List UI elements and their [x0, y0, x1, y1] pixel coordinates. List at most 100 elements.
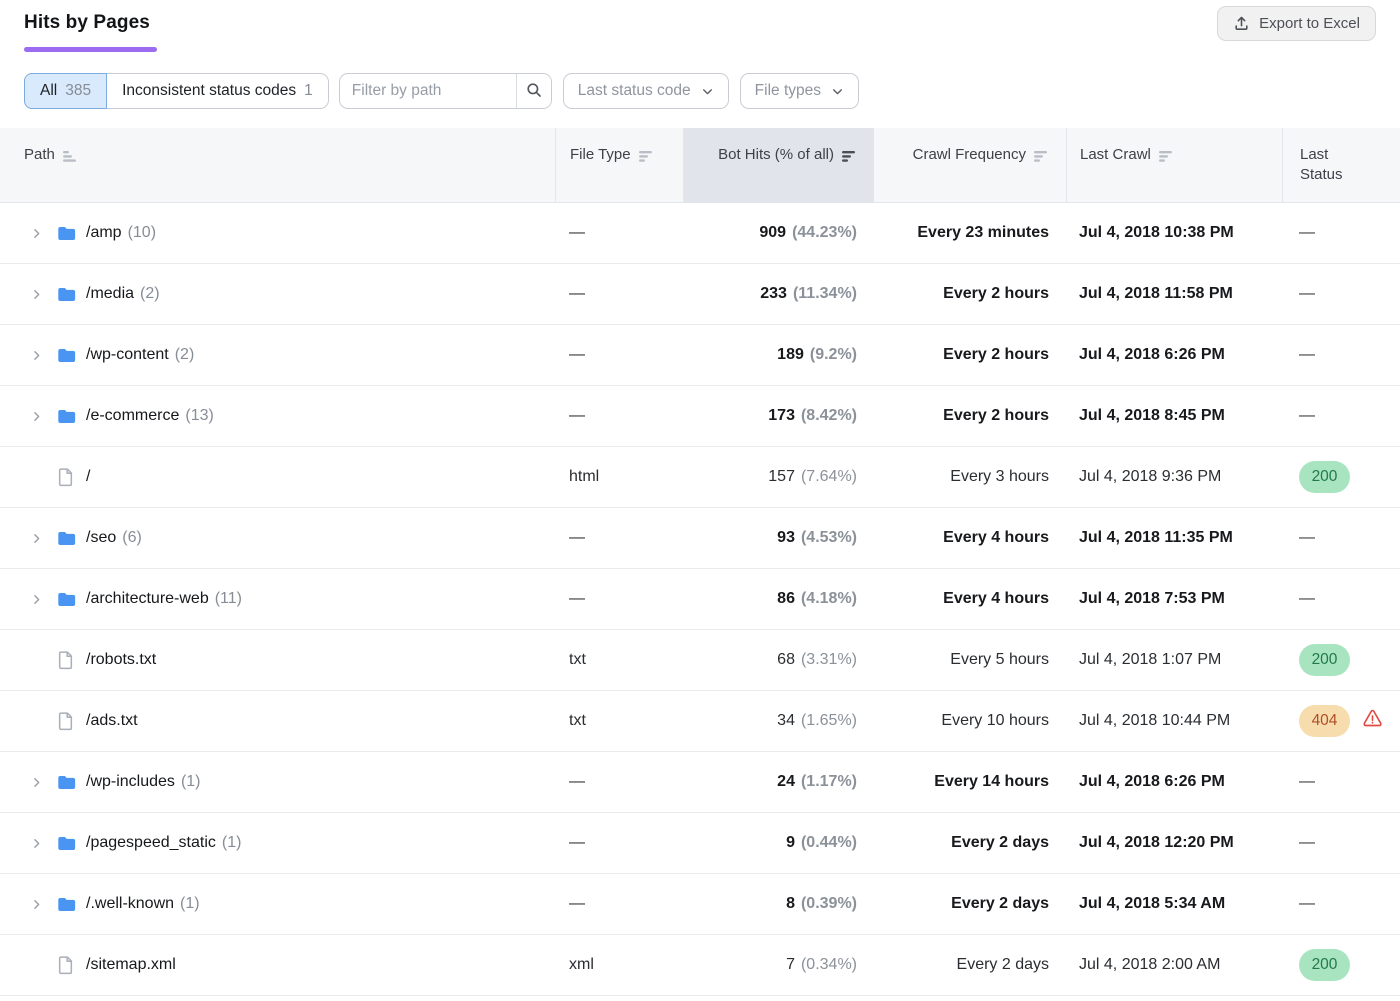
hits-value: 9	[786, 834, 795, 852]
folder-icon	[57, 774, 76, 791]
table-row[interactable]: /media (2) — 233 (11.34%) Every 2 hours …	[0, 264, 1400, 325]
cell-last-crawl: Jul 4, 2018 6:26 PM	[1066, 346, 1282, 364]
path-count: (10)	[128, 224, 156, 242]
chevron-down-icon	[701, 85, 714, 98]
path-cell: /	[0, 467, 555, 487]
cell-bot-hits: 93 (4.53%)	[683, 529, 873, 547]
tab-inconsistent-status-codes[interactable]: Inconsistent status codes 1	[107, 74, 328, 108]
chevron-right-icon[interactable]	[30, 837, 43, 850]
column-label: Path	[24, 145, 55, 165]
table-row[interactable]: /seo (6) — 93 (4.53%) Every 4 hours Jul …	[0, 508, 1400, 569]
path-cell: /robots.txt	[0, 650, 555, 670]
cell-crawl-frequency: Every 3 hours	[873, 468, 1066, 486]
path-text: /wp-includes	[86, 773, 175, 791]
title-accent-bar	[24, 47, 157, 52]
table-row[interactable]: /sitemap.xml xml 7 (0.34%) Every 2 days …	[0, 935, 1400, 996]
table-row[interactable]: /wp-content (2) — 189 (9.2%) Every 2 hou…	[0, 325, 1400, 386]
column-label: Crawl Frequency	[913, 145, 1026, 165]
path-text: /seo	[86, 529, 116, 547]
path-text: /ads.txt	[86, 712, 138, 730]
column-label: Last Status	[1300, 145, 1354, 185]
table-row[interactable]: /amp (10) — 909 (44.23%) Every 23 minute…	[0, 203, 1400, 264]
chevron-right-icon[interactable]	[30, 227, 43, 240]
hits-value: 233	[760, 285, 787, 303]
cell-last-crawl: Jul 4, 2018 10:44 PM	[1066, 712, 1282, 730]
cell-file-type: —	[555, 407, 683, 425]
cell-bot-hits: 9 (0.44%)	[683, 834, 873, 852]
hits-percent: (4.18%)	[801, 590, 857, 608]
chevron-right-icon[interactable]	[30, 593, 43, 606]
sort-icon	[1034, 149, 1049, 169]
chevron-right-icon[interactable]	[30, 410, 43, 423]
last-status-code-dropdown[interactable]: Last status code	[563, 73, 729, 109]
cell-bot-hits: 909 (44.23%)	[683, 224, 873, 242]
tab-all-count: 385	[65, 82, 91, 100]
cell-bot-hits: 86 (4.18%)	[683, 590, 873, 608]
status-dash: —	[1299, 346, 1315, 364]
folder-icon	[57, 225, 76, 242]
table-row[interactable]: /architecture-web (11) — 86 (4.18%) Ever…	[0, 569, 1400, 630]
path-filter	[339, 73, 552, 109]
path-text: /architecture-web	[86, 590, 209, 608]
sort-icon	[63, 149, 78, 169]
column-header-file-type[interactable]: File Type	[555, 128, 683, 203]
hits-percent: (0.44%)	[801, 834, 857, 852]
hits-value: 68	[777, 651, 795, 669]
hits-percent: (1.65%)	[801, 712, 857, 730]
cell-file-type: —	[555, 773, 683, 791]
table-row[interactable]: /robots.txt txt 68 (3.31%) Every 5 hours…	[0, 630, 1400, 691]
folder-icon	[57, 347, 76, 364]
column-header-path[interactable]: Path	[0, 128, 555, 203]
cell-crawl-frequency: Every 10 hours	[873, 712, 1066, 730]
cell-bot-hits: 7 (0.34%)	[683, 956, 873, 974]
chevron-right-icon[interactable]	[30, 776, 43, 789]
cell-last-crawl: Jul 4, 2018 7:53 PM	[1066, 590, 1282, 608]
status-dash: —	[1299, 834, 1315, 852]
path-text: /robots.txt	[86, 651, 156, 669]
chevron-right-icon[interactable]	[30, 288, 43, 301]
column-header-last-crawl[interactable]: Last Crawl	[1066, 128, 1282, 203]
table-row[interactable]: / html 157 (7.64%) Every 3 hours Jul 4, …	[0, 447, 1400, 508]
column-header-bot-hits[interactable]: Bot Hits (% of all)	[683, 128, 873, 203]
path-count: (13)	[185, 407, 213, 425]
status-dash: —	[1299, 285, 1315, 303]
path-count: (6)	[122, 529, 142, 547]
folder-icon	[57, 286, 76, 303]
cell-crawl-frequency: Every 2 days	[873, 895, 1066, 913]
path-count: (1)	[222, 834, 242, 852]
chevron-right-icon[interactable]	[30, 898, 43, 911]
path-filter-input[interactable]	[340, 74, 516, 108]
cell-last-crawl: Jul 4, 2018 11:35 PM	[1066, 529, 1282, 547]
tab-all-label: All	[40, 82, 57, 100]
path-text: /e-commerce	[86, 407, 179, 425]
path-cell: /wp-includes (1)	[0, 773, 555, 791]
cell-file-type: txt	[555, 712, 683, 730]
table-row[interactable]: /e-commerce (13) — 173 (8.42%) Every 2 h…	[0, 386, 1400, 447]
cell-bot-hits: 34 (1.65%)	[683, 712, 873, 730]
filter-controls: All 385 Inconsistent status codes 1 Last…	[24, 73, 1376, 109]
cell-crawl-frequency: Every 14 hours	[873, 773, 1066, 791]
export-to-excel-button[interactable]: Export to Excel	[1217, 6, 1376, 41]
sort-icon	[639, 149, 654, 169]
status-dash: —	[1299, 895, 1315, 913]
sort-icon	[1159, 149, 1174, 169]
hits-percent: (0.34%)	[801, 956, 857, 974]
chevron-right-icon[interactable]	[30, 532, 43, 545]
folder-icon	[57, 530, 76, 547]
status-warning-icon	[1362, 709, 1383, 733]
cell-crawl-frequency: Every 4 hours	[873, 529, 1066, 547]
status-badge: 200	[1299, 461, 1350, 493]
table-row[interactable]: /wp-includes (1) — 24 (1.17%) Every 14 h…	[0, 752, 1400, 813]
cell-last-status: —	[1282, 346, 1400, 364]
table-row[interactable]: /pagespeed_static (1) — 9 (0.44%) Every …	[0, 813, 1400, 874]
hits-percent: (9.2%)	[810, 346, 857, 364]
chevron-right-icon[interactable]	[30, 349, 43, 362]
table-row[interactable]: /ads.txt txt 34 (1.65%) Every 10 hours J…	[0, 691, 1400, 752]
table-row[interactable]: /.well-known (1) — 8 (0.39%) Every 2 day…	[0, 874, 1400, 935]
search-button[interactable]	[516, 74, 551, 108]
cell-file-type: html	[555, 468, 683, 486]
cell-last-status: —	[1282, 224, 1400, 242]
column-header-crawl-frequency[interactable]: Crawl Frequency	[873, 128, 1066, 203]
tab-all[interactable]: All 385	[24, 73, 107, 109]
file-types-dropdown[interactable]: File types	[740, 73, 859, 109]
